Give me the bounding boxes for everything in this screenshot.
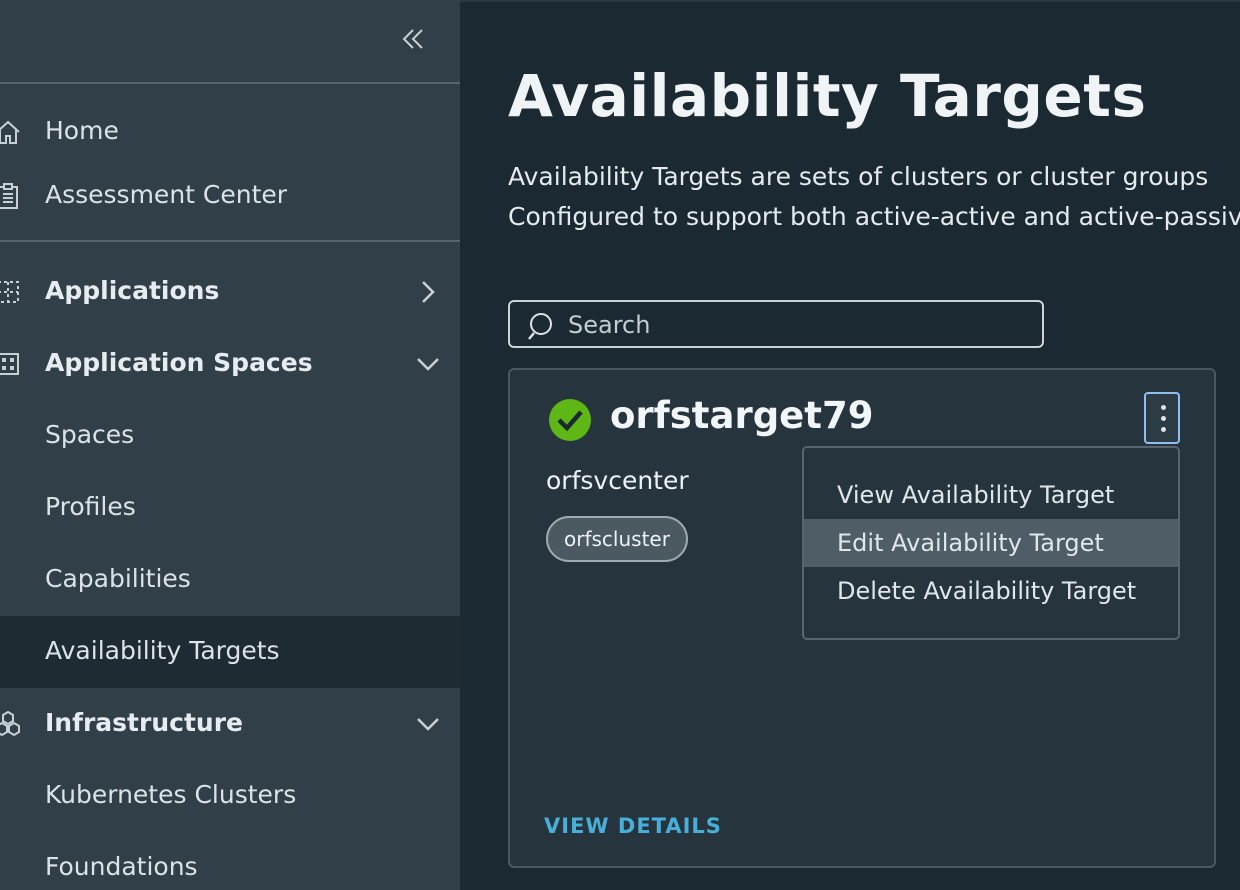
sidebar-item-label: Infrastructure — [45, 708, 243, 737]
sidebar-divider — [0, 240, 460, 242]
sidebar-item-label: Application Spaces — [45, 348, 313, 377]
sidebar-item-label: Profiles — [45, 492, 136, 521]
hexagons-icon — [0, 710, 22, 738]
sidebar-item-infrastructure[interactable]: Infrastructure — [0, 702, 460, 746]
target-name: orfstarget79 — [610, 394, 874, 437]
chevron-right-icon — [414, 278, 442, 306]
collapse-sidebar-button[interactable] — [398, 24, 428, 54]
sidebar-item-label: Applications — [45, 276, 220, 305]
menu-item-view-availability-target[interactable]: View Availability Target — [804, 471, 1178, 519]
sidebar-item-label: Availability Targets — [45, 636, 280, 665]
sidebar-divider — [0, 82, 460, 84]
sidebar-item-spaces[interactable]: Spaces — [0, 414, 460, 458]
grid-icon — [0, 278, 22, 306]
page-description-line-2: Configured to support both active-active… — [508, 202, 1240, 231]
more-actions-button[interactable] — [1144, 392, 1180, 444]
building-grid-icon — [0, 350, 22, 378]
sidebar-item-label: Capabilities — [45, 564, 191, 593]
page-description-line-1: Availability Targets are sets of cluster… — [508, 162, 1209, 191]
check-circle-icon — [548, 398, 592, 442]
cluster-chip: orfscluster — [546, 516, 688, 562]
sidebar-item-label: Kubernetes Clusters — [45, 780, 297, 809]
main-content: Availability Targets Availability Target… — [460, 0, 1240, 890]
context-menu: View Availability Target Edit Availabili… — [802, 446, 1180, 640]
sidebar: Home Assessment Center Applications Appl… — [0, 0, 460, 890]
sidebar-item-label: Foundations — [45, 852, 198, 881]
search-icon — [528, 311, 558, 341]
double-chevron-left-icon — [398, 24, 428, 54]
sidebar-item-profiles[interactable]: Profiles — [0, 486, 460, 530]
sidebar-item-label: Spaces — [45, 420, 135, 449]
sidebar-item-foundations[interactable]: Foundations — [0, 846, 460, 890]
chevron-down-icon — [414, 350, 442, 378]
sidebar-item-application-spaces[interactable]: Application Spaces — [0, 342, 460, 386]
menu-item-edit-availability-target[interactable]: Edit Availability Target — [804, 519, 1178, 567]
sidebar-item-availability-targets[interactable]: Availability Targets — [0, 616, 460, 688]
search-box[interactable] — [508, 300, 1044, 348]
home-icon — [0, 118, 22, 146]
sidebar-item-assessment-center[interactable]: Assessment Center — [0, 174, 460, 218]
page-title: Availability Targets — [508, 62, 1147, 130]
sidebar-item-label: Assessment Center — [45, 180, 288, 209]
sidebar-item-kubernetes-clusters[interactable]: Kubernetes Clusters — [0, 774, 460, 818]
sidebar-item-applications[interactable]: Applications — [0, 270, 460, 314]
menu-item-delete-availability-target[interactable]: Delete Availability Target — [804, 567, 1178, 615]
clipboard-icon — [0, 182, 22, 210]
chevron-down-icon — [414, 710, 442, 738]
sidebar-item-home[interactable]: Home — [0, 110, 460, 154]
vcenter-name: orfsvcenter — [546, 466, 689, 495]
search-input[interactable] — [566, 308, 1026, 342]
sidebar-item-capabilities[interactable]: Capabilities — [0, 558, 460, 602]
sidebar-item-label: Home — [45, 116, 119, 145]
view-details-link[interactable]: VIEW DETAILS — [544, 814, 722, 838]
